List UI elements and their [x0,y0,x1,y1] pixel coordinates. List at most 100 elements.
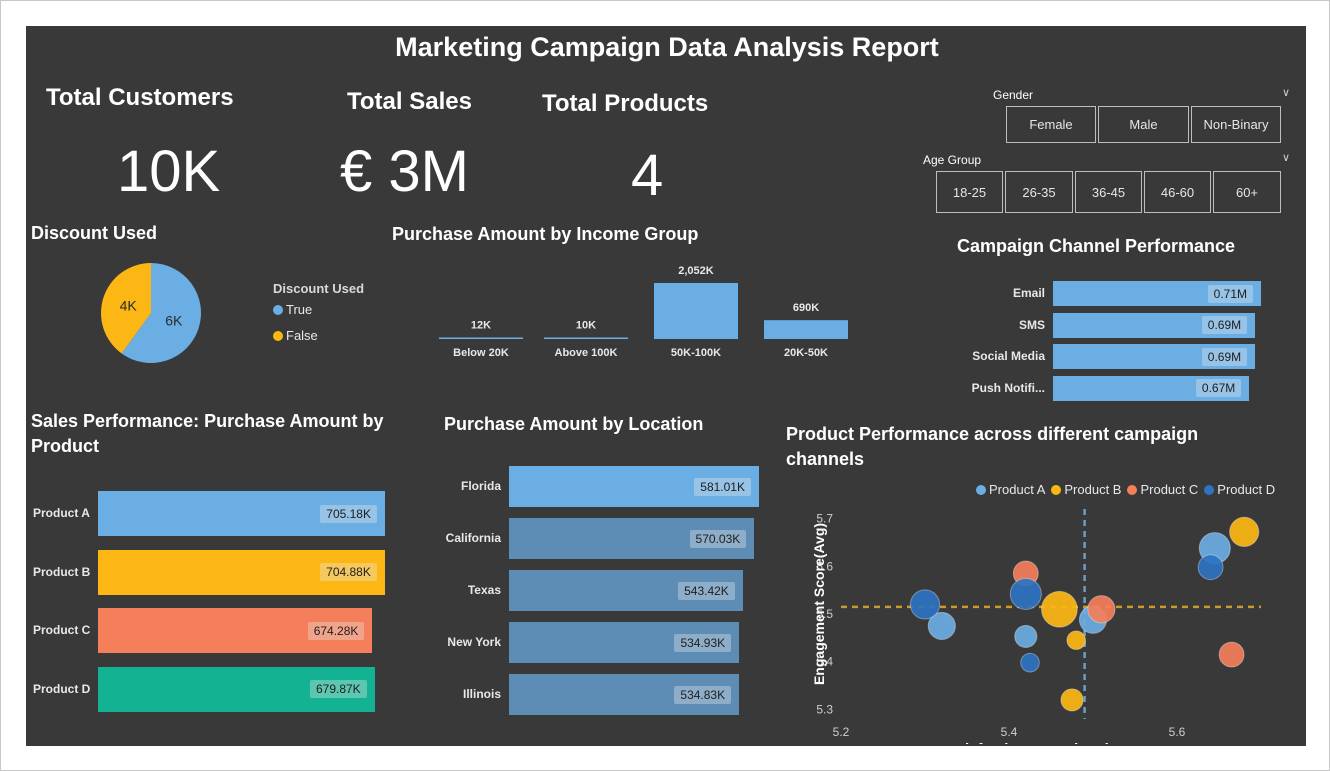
age-option-18-25[interactable]: 18-25 [936,171,1003,213]
bar-value-label: 581.01K [694,477,751,496]
discount-legend-true[interactable]: True [273,302,312,317]
age-option-36-45[interactable]: 36-45 [1075,171,1142,213]
income-bar-value: 10K [576,320,596,332]
bar[interactable]: 581.01K [509,466,759,507]
location-bar-chart: Florida 581.01K California 570.03K Texas 543.… [426,466,771,721]
scatter-point[interactable] [1218,641,1245,668]
legend-label: Product D [1217,482,1276,497]
chevron-down-icon[interactable]: ∨ [1282,151,1290,164]
income-bar[interactable] [544,337,628,340]
gender-option-non-binary[interactable]: Non-Binary [1191,106,1281,143]
income-bar-value: 2,052K [678,265,714,277]
scatter-legend-item[interactable]: Product A [976,482,1045,497]
scatter-legend-item[interactable]: Product C [1127,482,1198,497]
income-column-chart: 12K Below 20K 10K Above 100K 2,052K 50K-100K 6… [439,265,848,359]
gender-option-female[interactable]: Female [1006,106,1096,143]
legend-label: True [286,302,313,317]
bar[interactable]: 705.18K [98,491,385,536]
scatter-point[interactable] [1066,630,1087,651]
bar-category-label: Product D [33,681,91,696]
bar-value-label: 570.03K [689,529,747,548]
bar-category-label: Email [1012,286,1045,300]
scatter-point[interactable] [1060,688,1084,712]
scatter-point[interactable] [1020,652,1040,673]
scatter-point[interactable] [1087,595,1116,624]
income-category-label: 50K-100K [671,347,721,359]
legend-label: Product C [1140,482,1199,497]
bar[interactable]: 679.87K [98,666,375,712]
legend-swatch [273,304,283,315]
bar[interactable]: 0.69M [1053,344,1256,369]
kpi-total-customers-label: Total Customers [46,84,234,111]
dashboard: Marketing Campaign Data Analysis Report … [26,26,1306,746]
kpi-total-customers-value: 10K [117,139,221,204]
income-bar[interactable] [654,283,738,339]
report-canvas: Marketing Campaign Data Analysis Report … [0,0,1330,771]
kpi-total-products-label: Total Products [542,90,709,117]
bar[interactable]: 534.93K [509,622,740,663]
age-group-slicer-title: Age Group [923,153,982,167]
bar-value-label: 0.71M [1207,284,1253,303]
bar[interactable]: 0.71M [1053,281,1261,306]
legend-swatch [976,484,986,495]
bar-category-label: Product B [33,564,91,579]
x-tick-label: 5.4 [1001,725,1018,739]
scatter-legend-item[interactable]: Product D [1204,482,1275,497]
x-tick-label: 5.2 [833,725,850,739]
income-bar-value: 12K [471,320,491,332]
bar[interactable]: 0.69M [1053,312,1256,338]
income-bar[interactable] [764,320,848,339]
bar-category-label: California [445,531,501,545]
scatter-point[interactable] [1014,624,1038,649]
bar-category-label: Illinois [462,687,501,701]
legend-swatch [273,330,283,341]
x-axis-label: Satisfaction Score(Avg) [942,741,1111,744]
report-title: Marketing Campaign Data Analysis Report [395,32,939,62]
product-bar-chart: Product A 705.18K Product B 704.88K Product … [26,491,406,721]
bar[interactable]: 704.88K [98,549,385,595]
scatter-point[interactable] [909,589,941,620]
bar-value-label: 0.67M [1195,379,1242,397]
bar-category-label: Social Media [972,349,1045,363]
income-category-label: Above 100K [555,347,618,359]
kpi-total-products-value: 4 [631,143,664,208]
age-option-46-60[interactable]: 46-60 [1144,171,1211,213]
pie-slice-label: 4K [120,298,138,314]
scatter-point[interactable] [1009,577,1042,610]
scatter-point[interactable] [1229,516,1260,548]
legend-label: False [286,328,318,343]
scatter-legend: Product A Product B Product C Product D [976,482,1275,497]
scatter-point[interactable] [1041,590,1078,628]
bar[interactable]: 0.67M [1053,375,1250,401]
legend-label: Product B [1064,482,1122,497]
age-option-60-plus[interactable]: 60+ [1213,171,1281,213]
bar-category-label: Product A [33,506,90,520]
channel-bar-chart: Email 0.71M SMS 0.69M Social Media 0.69M Push … [956,281,1276,406]
gender-slicer-title: Gender [993,88,1034,102]
bar-category-label: Florida [460,479,501,493]
bar[interactable]: 674.28K [98,608,373,653]
bar-category-label: Push Notifi... [971,380,1045,395]
channel-chart-title: Campaign Channel Performance [957,236,1236,256]
bar[interactable]: 570.03K [509,518,755,559]
bar-value-label: 0.69M [1201,347,1248,366]
scatter-point[interactable] [1197,554,1224,581]
y-axis-label: Engagement Score(Avg) [811,523,827,685]
bar-value-label: 704.88K [320,563,377,581]
legend-swatch [1127,484,1138,495]
bar-value-label: 705.18K [320,504,377,523]
scatter-legend-item[interactable]: Product B [1051,482,1121,497]
discount-legend-false[interactable]: False [273,328,318,343]
gender-option-male[interactable]: Male [1098,106,1189,143]
age-option-26-35[interactable]: 26-35 [1005,171,1073,213]
bar[interactable]: 543.42K [509,570,743,611]
bar-value-label: 674.28K [307,621,365,640]
product-chart-title: Sales Performance: Purchase Amount by Pr… [31,411,384,456]
income-bar-value: 690K [793,302,819,314]
scatter-chart: 5.35.45.55.65.75.25.45.6Satisfaction Sco… [811,509,1261,744]
bar-value-label: 534.83K [674,685,732,704]
bar-category-label: SMS [1018,317,1045,332]
chevron-down-icon[interactable]: ∨ [1282,86,1290,99]
income-bar[interactable] [439,337,523,340]
bar[interactable]: 534.83K [509,674,740,715]
